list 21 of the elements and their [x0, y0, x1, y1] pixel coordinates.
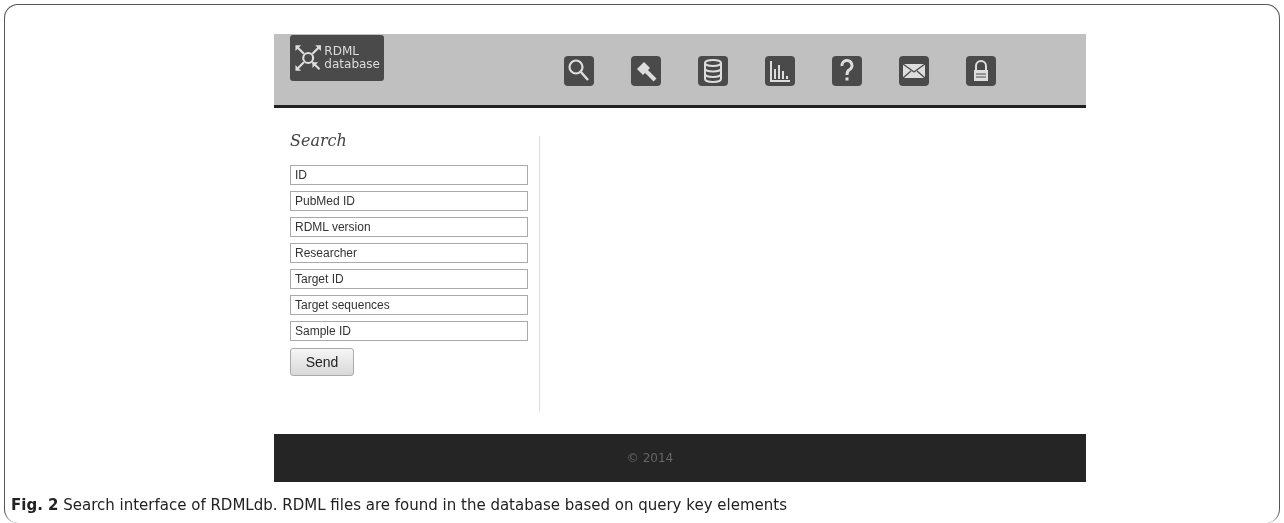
search-field[interactable]: ID	[290, 165, 528, 185]
search-field[interactable]: RDML version	[290, 217, 528, 237]
mail-icon[interactable]	[899, 56, 929, 86]
logo[interactable]: RDML database	[290, 35, 384, 81]
search-field[interactable]: Researcher	[290, 243, 528, 263]
database-icon[interactable]	[698, 56, 728, 86]
search-heading: Search	[290, 131, 347, 150]
search-field[interactable]: PubMed ID	[290, 191, 528, 211]
search-field[interactable]: Sample ID	[290, 321, 528, 341]
logo-title: RDML	[324, 45, 360, 58]
lock-icon[interactable]	[966, 56, 996, 86]
search-field[interactable]: Target sequences	[290, 295, 528, 315]
logo-subtitle: database	[324, 58, 380, 71]
hammer-icon[interactable]	[631, 56, 661, 86]
help-icon[interactable]	[832, 56, 862, 86]
search-icon[interactable]	[564, 56, 594, 86]
chart-icon[interactable]	[765, 56, 795, 86]
copyright: © 2014	[626, 451, 674, 465]
figure-caption: Fig. 2 Search interface of RDMLdb. RDML files are found in the database based on query key elements	[11, 496, 788, 514]
search-field[interactable]: Target ID	[290, 269, 528, 289]
send-button[interactable]: Send	[290, 348, 354, 376]
